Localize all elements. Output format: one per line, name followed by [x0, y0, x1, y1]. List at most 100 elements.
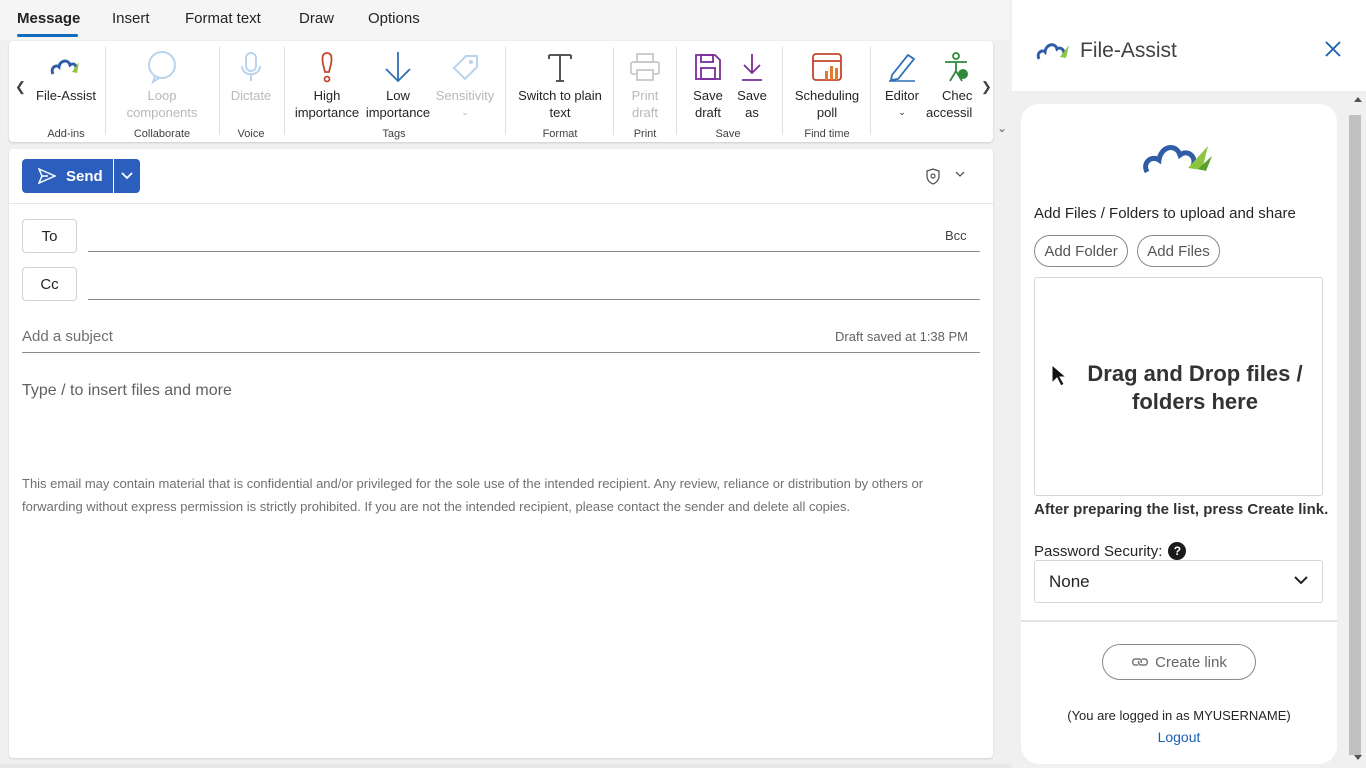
group-separator [105, 47, 106, 135]
email-disclaimer: This email may contain material that is … [22, 476, 924, 514]
send-button[interactable]: Send [22, 159, 113, 193]
add-files-title: Add Files / Folders to upload and share [1034, 205, 1296, 222]
switch-label-2: text [549, 105, 571, 120]
password-security-label: Password Security: ? [1034, 542, 1187, 560]
scroll-down-icon[interactable] [1354, 755, 1362, 761]
help-icon[interactable]: ? [1168, 542, 1187, 560]
print-label-2: draft [631, 105, 658, 120]
chevron-down-icon[interactable] [955, 171, 965, 178]
add-files-button[interactable]: Add Files [1137, 235, 1220, 267]
send-label: Send [66, 167, 103, 185]
to-field[interactable] [88, 251, 980, 252]
to-button[interactable]: To [22, 219, 77, 253]
ribbon-expand-icon[interactable]: ⌄ [997, 121, 1007, 135]
password-select-value: None [1049, 571, 1090, 591]
create-link-label: Create link [1155, 653, 1227, 671]
panel-scrollbar[interactable] [1348, 91, 1366, 768]
dictate-button[interactable]: Dictate [225, 47, 277, 104]
logout-link[interactable]: Logout [1021, 729, 1337, 745]
message-body[interactable]: Type / to insert files and more [22, 382, 232, 400]
scheduling-poll-button[interactable]: Scheduling poll [788, 47, 866, 121]
send-options-button[interactable] [114, 159, 140, 193]
ribbon-tabs: Message Insert Format text Draw Options [0, 0, 1010, 40]
password-security-select[interactable]: None [1034, 560, 1323, 603]
group-separator [505, 47, 506, 135]
poll-label-2: poll [816, 105, 838, 120]
send-icon [38, 168, 56, 184]
save-as-label-1: Save [737, 88, 767, 103]
tab-draw[interactable]: Draw [299, 10, 334, 27]
panel-divider [1021, 620, 1337, 622]
editor-label: Editor [885, 88, 919, 103]
file-assist-logo-icon [1036, 43, 1069, 60]
close-icon[interactable] [1324, 40, 1342, 58]
low-importance-label-2: importance [365, 105, 431, 120]
exclamation-icon [290, 47, 364, 87]
group-label-addins: Add-ins [47, 128, 85, 140]
group-separator [676, 47, 677, 135]
link-icon [1132, 658, 1149, 666]
compose-area: Send To Bcc Cc Add a subject Draft saved… [9, 149, 993, 758]
loop-label-1: Loop [147, 88, 177, 103]
instruction-text: After preparing the list, press Create l… [1034, 501, 1329, 518]
group-separator [219, 47, 220, 135]
tab-message[interactable]: Message [17, 10, 80, 27]
shield-icon[interactable] [925, 168, 941, 185]
save-draft-button[interactable]: Save draft [684, 47, 732, 121]
high-importance-label-2: importance [294, 105, 360, 120]
chevron-down-icon: ⌄ [461, 107, 469, 117]
bcc-button[interactable]: Bcc [945, 228, 967, 243]
password-label-text: Password Security: [1034, 542, 1163, 560]
loop-components-button[interactable]: Loop components [113, 47, 211, 121]
header-divider [9, 203, 993, 204]
save-as-label-2: as [745, 105, 759, 120]
cc-button[interactable]: Cc [22, 267, 77, 301]
file-assist-panel: File-Assist Add Files / Folders to uploa… [1012, 0, 1366, 768]
printer-icon [619, 47, 671, 87]
create-link-button[interactable]: Create link [1102, 644, 1256, 680]
panel-header: File-Assist [1012, 0, 1366, 91]
save-draft-label-1: Save [693, 88, 723, 103]
cursor-icon [1051, 363, 1068, 387]
add-folder-button[interactable]: Add Folder [1034, 235, 1128, 267]
editor-button[interactable]: Editor ⌄ [878, 47, 926, 121]
scrollbar-thumb[interactable] [1349, 115, 1361, 755]
tab-options[interactable]: Options [368, 10, 420, 27]
drop-zone[interactable]: Drag and Drop files / folders here [1034, 277, 1323, 496]
chevron-left-icon[interactable]: ❮ [15, 79, 26, 95]
group-label-voice: Voice [237, 128, 265, 140]
switch-plain-text-button[interactable]: Switch to plain text [511, 47, 609, 121]
group-label-find-time: Find time [804, 128, 850, 140]
logged-in-status: (You are logged in as MYUSERNAME) [1067, 708, 1291, 723]
file-assist-logo-icon [1143, 145, 1212, 174]
file-assist-logo-icon [35, 47, 97, 87]
save-draft-label-2: draft [694, 105, 721, 120]
low-importance-button[interactable]: Low importance [364, 47, 432, 121]
scroll-up-icon[interactable] [1354, 96, 1362, 102]
download-icon [732, 47, 772, 87]
panel-card: Add Files / Folders to upload and share … [1021, 104, 1337, 764]
switch-label-1: Switch to plain [518, 88, 602, 103]
chevron-right-icon[interactable]: ❯ [977, 79, 993, 95]
group-label-format: Format [542, 128, 578, 140]
low-importance-label-1: Low [386, 88, 410, 103]
chevron-down-icon [121, 172, 133, 180]
tab-insert[interactable]: Insert [112, 10, 150, 27]
bottom-strip [0, 764, 1012, 768]
sensitivity-label: Sensitivity [435, 88, 495, 103]
ribbon: ❮ File-Assist Add-ins Loop components Co… [9, 41, 993, 142]
loop-icon [113, 47, 211, 87]
tab-format-text[interactable]: Format text [185, 10, 261, 27]
high-importance-button[interactable]: High importance [290, 47, 364, 121]
high-importance-label-1: High [313, 88, 341, 103]
save-as-button[interactable]: Save as [732, 47, 772, 121]
tag-icon [432, 47, 498, 87]
sensitivity-button[interactable]: Sensitivity ⌄ [432, 47, 498, 121]
subject-input[interactable]: Add a subject [22, 328, 113, 345]
text-t-icon [511, 47, 609, 87]
draft-status: Draft saved at 1:38 PM [835, 329, 968, 344]
cc-field[interactable] [88, 299, 980, 300]
print-draft-button[interactable]: Print draft [619, 47, 671, 121]
file-assist-ribbon-button[interactable]: File-Assist [35, 47, 97, 104]
subject-underline [22, 352, 980, 353]
